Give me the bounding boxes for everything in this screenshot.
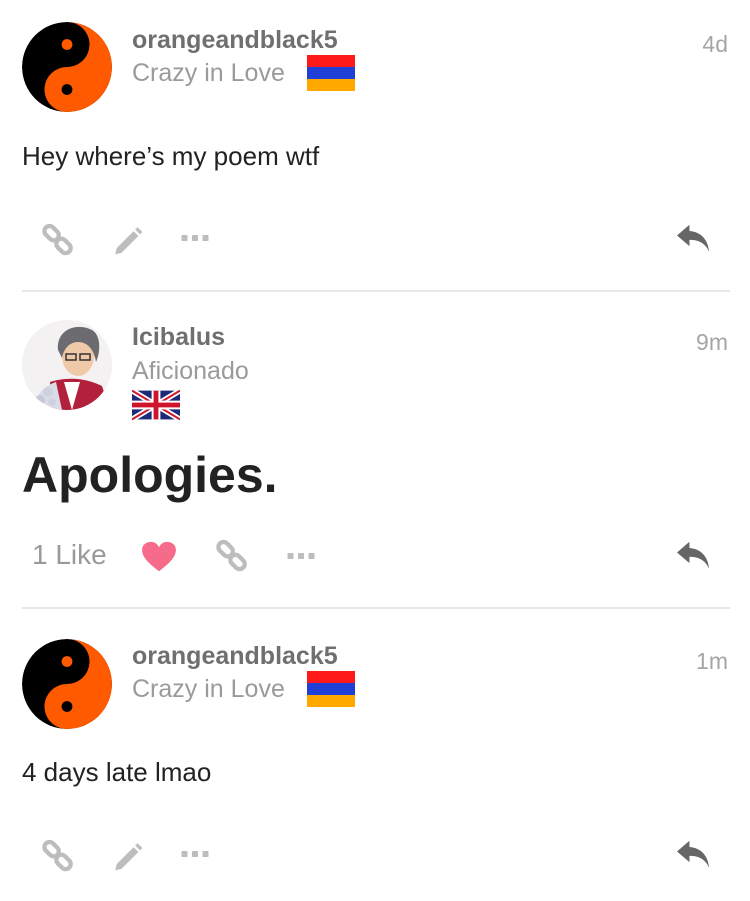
heart-icon xyxy=(141,541,177,573)
reply-icon xyxy=(675,540,711,572)
timestamp[interactable]: 1m xyxy=(696,648,728,675)
post-body: Hey where’s my poem wtf xyxy=(22,141,320,171)
more-icon xyxy=(286,551,316,561)
pencil-icon xyxy=(112,840,144,872)
link-button[interactable] xyxy=(214,538,250,574)
link-icon xyxy=(215,539,249,573)
user-title: Aficionado xyxy=(132,357,249,385)
character-avatar-icon xyxy=(22,320,112,410)
link-button[interactable] xyxy=(40,222,76,258)
timestamp[interactable]: 9m xyxy=(696,329,728,356)
post-body: 4 days late lmao xyxy=(22,757,212,787)
reply-button[interactable] xyxy=(674,222,712,256)
more-icon xyxy=(180,233,210,243)
avatar[interactable] xyxy=(22,22,112,112)
more-button[interactable] xyxy=(286,548,316,564)
link-icon xyxy=(41,839,75,873)
edit-button[interactable] xyxy=(110,222,146,258)
edit-button[interactable] xyxy=(110,838,146,874)
reply-button[interactable] xyxy=(674,539,712,573)
reply-icon xyxy=(675,839,711,871)
avatar[interactable] xyxy=(22,320,112,410)
divider xyxy=(22,607,730,609)
divider xyxy=(22,290,730,292)
post-body: Apologies. xyxy=(22,447,278,503)
armenia-flag-icon xyxy=(307,671,355,707)
more-icon xyxy=(180,849,210,859)
post: orangeandblack5 Crazy in Love 4d Hey whe… xyxy=(0,0,750,292)
avatar[interactable] xyxy=(22,639,112,729)
armenia-flag-icon xyxy=(307,55,355,91)
link-icon xyxy=(41,223,75,257)
yin-yang-icon xyxy=(22,22,112,112)
username[interactable]: orangeandblack5 xyxy=(132,26,338,55)
user-title: Crazy in Love xyxy=(132,59,285,87)
like-button[interactable] xyxy=(140,540,178,574)
user-title: Crazy in Love xyxy=(132,675,285,703)
more-button[interactable] xyxy=(180,230,210,246)
username[interactable]: orangeandblack5 xyxy=(132,642,338,671)
like-count[interactable]: 1 Like xyxy=(32,539,107,571)
username[interactable]: Icibalus xyxy=(132,323,225,352)
reply-icon xyxy=(675,223,711,255)
timestamp[interactable]: 4d xyxy=(702,31,728,58)
uk-flag-icon xyxy=(132,387,180,423)
reply-button[interactable] xyxy=(674,838,712,872)
pencil-icon xyxy=(112,224,144,256)
yin-yang-icon xyxy=(22,639,112,729)
link-button[interactable] xyxy=(40,838,76,874)
more-button[interactable] xyxy=(180,846,210,862)
